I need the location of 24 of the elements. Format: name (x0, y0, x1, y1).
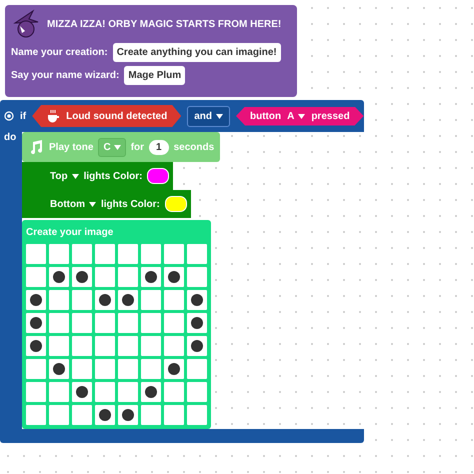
text-field[interactable]: Mage Plum (124, 66, 186, 85)
block-label: seconds (174, 142, 214, 152)
do-keyword: do (4, 132, 16, 143)
field-label: Name your creation: (11, 47, 108, 58)
text-field[interactable]: Create anything you can imagine! (112, 43, 281, 62)
lights-block[interactable]: Top lights Color: (22, 162, 174, 190)
duration-field[interactable]: 1 (149, 140, 169, 154)
lights-block[interactable]: Bottom lights Color: (22, 190, 191, 218)
button-condition-block[interactable]: button A pressed (236, 106, 364, 126)
if-block-header[interactable]: if Loud sound detected and button A pressed (0, 100, 364, 132)
position-dropdown[interactable]: Top (50, 170, 79, 182)
button-dropdown[interactable]: A (287, 110, 306, 122)
operator-dropdown[interactable]: and (187, 106, 230, 126)
field-label: Say your name wizard: (11, 70, 120, 81)
if-keyword: if (20, 110, 26, 122)
block-label: for (130, 142, 144, 152)
block-label: lights Color: (84, 170, 142, 182)
block-title: Create your image (26, 227, 114, 238)
block-label: Play tone (49, 142, 94, 152)
play-tone-block[interactable]: Play tone C for 1 seconds (22, 132, 220, 162)
sound-condition-block[interactable]: Loud sound detected (32, 105, 182, 127)
block-label: lights Color: (101, 198, 160, 210)
header-title: MIZZA IZZA! ORBY MAGIC STARTS FROM HERE! (47, 18, 282, 30)
position-dropdown[interactable]: Bottom (50, 198, 96, 210)
